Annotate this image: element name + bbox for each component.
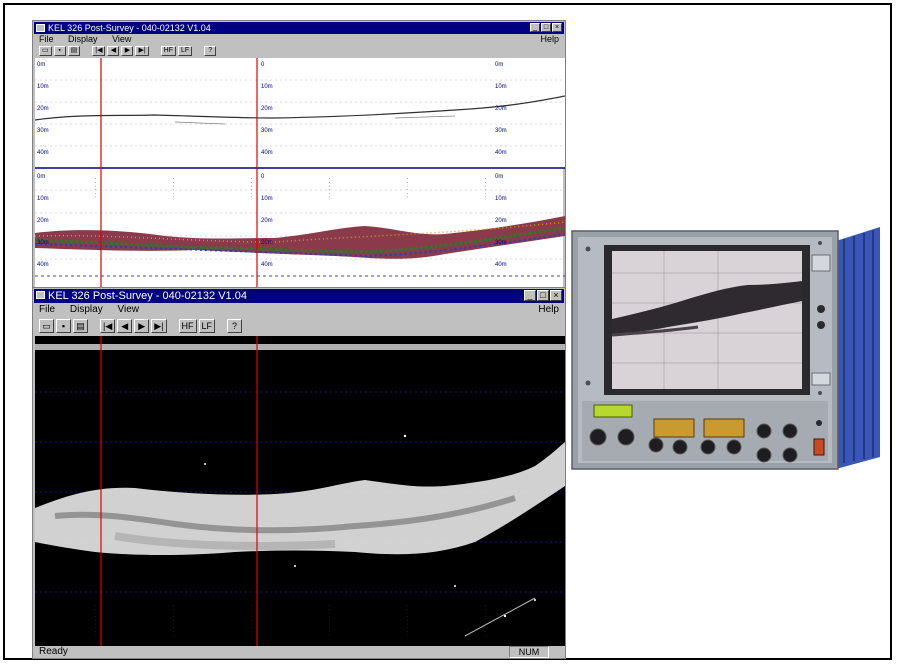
echo-sounder-device xyxy=(568,223,880,471)
open-icon[interactable]: ▭ xyxy=(39,46,52,56)
device-graphic xyxy=(571,227,880,470)
title-bar[interactable]: KEL 326 Post-Survey - 040-02132 V1.04 _ … xyxy=(34,22,564,34)
depth-label-mid: 0 xyxy=(261,174,265,180)
depth-label-mid: 20m xyxy=(261,106,273,112)
depth-label-mid: 30m xyxy=(261,240,273,246)
svg-text:· · · · · ·: · · · · · · xyxy=(93,178,99,198)
depth-label-mid: 10m xyxy=(261,196,273,202)
echogram-graphic: · · · · · · · · · · · · · · · · · · · · … xyxy=(34,58,565,289)
print-icon[interactable]: ▤ xyxy=(67,46,81,56)
svg-text:· · · · · ·: · · · · · · xyxy=(327,178,333,198)
menu-bar: File Display View Help xyxy=(35,303,563,317)
title-bar[interactable]: KEL 326 Post-Survey - 040-02132 V1.04 _ … xyxy=(34,289,564,303)
menu-display[interactable]: Display xyxy=(68,34,98,44)
first-button[interactable]: |◀ xyxy=(92,46,106,56)
toolbar: ▭ ▪ ▤ |◀ ◀ ▶ ▶| HF LF ? xyxy=(35,318,563,334)
menu-view[interactable]: View xyxy=(112,34,131,44)
depth-label-right: 20m xyxy=(495,218,507,224)
lf-button[interactable]: LF xyxy=(178,46,193,56)
prev-button[interactable]: ◀ xyxy=(117,319,133,333)
svg-text:· · · · · ·: · · · · · · xyxy=(171,178,177,198)
svg-text:· · · · · ·: · · · · · · xyxy=(483,178,489,198)
help-button[interactable]: ? xyxy=(204,46,217,56)
depth-label-right: 0m xyxy=(495,174,503,180)
depth-label-left: 20m xyxy=(37,106,49,112)
depth-label-left: 40m xyxy=(37,262,49,268)
depth-label-left: 30m xyxy=(37,128,49,134)
close-icon[interactable]: × xyxy=(550,290,562,301)
echogram-graphic: · · · · · · · · · · · · · · · · · · · · … xyxy=(35,336,565,646)
depth-label-left: 10m xyxy=(37,84,49,90)
hf-button[interactable]: HF xyxy=(178,319,197,333)
depth-label-mid: 40m xyxy=(261,150,273,156)
depth-label-right: 30m xyxy=(495,240,507,246)
svg-text:· · · · · · · · ·: · · · · · · · · · xyxy=(327,605,333,636)
app-icon xyxy=(36,291,45,299)
toolbar: ▭ ▪ ▤ |◀ ◀ ▶ ▶| HF LF ? xyxy=(35,45,563,57)
survey-window-top: KEL 326 Post-Survey - 040-02132 V1.04 _ … xyxy=(32,20,566,290)
depth-label-mid: 30m xyxy=(261,128,273,134)
survey-window-bottom: KEL 326 Post-Survey - 040-02132 V1.04 _ … xyxy=(32,287,566,659)
depth-label-right: 10m xyxy=(495,196,507,202)
save-icon[interactable]: ▪ xyxy=(56,319,71,333)
minimize-icon[interactable]: _ xyxy=(524,290,536,301)
depth-label-right: 40m xyxy=(495,150,507,156)
menu-display[interactable]: Display xyxy=(70,304,103,315)
svg-text:· · · · · ·: · · · · · · xyxy=(249,178,255,198)
next-button[interactable]: ▶ xyxy=(134,319,150,333)
lf-button[interactable]: LF xyxy=(198,319,216,333)
depth-label-right: 20m xyxy=(495,106,507,112)
maximize-icon[interactable]: □ xyxy=(541,23,551,32)
menu-bar: File Display View Help xyxy=(35,34,563,45)
prev-button[interactable]: ◀ xyxy=(107,46,120,56)
open-icon[interactable]: ▭ xyxy=(39,319,54,333)
depth-label-mid: 20m xyxy=(261,218,273,224)
svg-text:· · · · · · · · ·: · · · · · · · · · xyxy=(405,605,411,636)
depth-label-right: 40m xyxy=(495,262,507,268)
depth-label-left: 0m xyxy=(37,174,45,180)
num-lock-indicator: NUM xyxy=(509,646,549,658)
depth-label-left: 30m xyxy=(37,240,49,246)
close-icon[interactable]: × xyxy=(552,23,562,32)
depth-label-mid: 40m xyxy=(261,262,273,268)
print-icon[interactable]: ▤ xyxy=(73,319,88,333)
status-text: Ready xyxy=(39,646,68,657)
depth-label-left: 0m xyxy=(37,62,45,68)
last-button[interactable]: ▶| xyxy=(135,46,149,56)
depth-label-right: 30m xyxy=(495,128,507,134)
first-button[interactable]: |◀ xyxy=(100,319,116,333)
window-title: KEL 326 Post-Survey - 040-02132 V1.04 xyxy=(48,290,247,302)
echogram-plot-bottom[interactable]: · · · · · · · · · · · · · · · · · · · · … xyxy=(35,336,565,646)
svg-text:· · · · · ·: · · · · · · xyxy=(405,178,411,198)
depth-label-right: 10m xyxy=(495,84,507,90)
help-button[interactable]: ? xyxy=(227,319,243,333)
svg-text:· · · · · · · · ·: · · · · · · · · · xyxy=(171,605,177,636)
depth-label-right: 0m xyxy=(495,62,503,68)
svg-text:· · · · · · · · ·: · · · · · · · · · xyxy=(249,605,255,636)
svg-text:· · · · · · · · ·: · · · · · · · · · xyxy=(483,605,489,636)
save-icon[interactable]: ▪ xyxy=(53,46,66,56)
menu-file[interactable]: File xyxy=(39,34,54,44)
menu-help[interactable]: Help xyxy=(540,34,559,45)
status-bar: Ready NUM xyxy=(35,646,563,658)
hf-button[interactable]: HF xyxy=(160,46,176,56)
minimize-icon[interactable]: _ xyxy=(530,23,540,32)
depth-label-left: 10m xyxy=(37,196,49,202)
depth-label-left: 20m xyxy=(37,218,49,224)
echogram-plot-top[interactable]: · · · · · · · · · · · · · · · · · · · · … xyxy=(34,58,565,289)
last-button[interactable]: ▶| xyxy=(151,319,167,333)
depth-label-left: 40m xyxy=(37,150,49,156)
depth-label-mid: 10m xyxy=(261,84,273,90)
maximize-icon[interactable]: □ xyxy=(537,290,549,301)
window-title: KEL 326 Post-Survey - 040-02132 V1.04 xyxy=(48,23,211,33)
menu-help[interactable]: Help xyxy=(538,303,559,317)
menu-view[interactable]: View xyxy=(117,304,139,315)
next-button[interactable]: ▶ xyxy=(121,46,134,56)
svg-text:· · · · · · · · ·: · · · · · · · · · xyxy=(93,605,99,636)
menu-file[interactable]: File xyxy=(39,304,55,315)
app-icon xyxy=(36,24,45,32)
